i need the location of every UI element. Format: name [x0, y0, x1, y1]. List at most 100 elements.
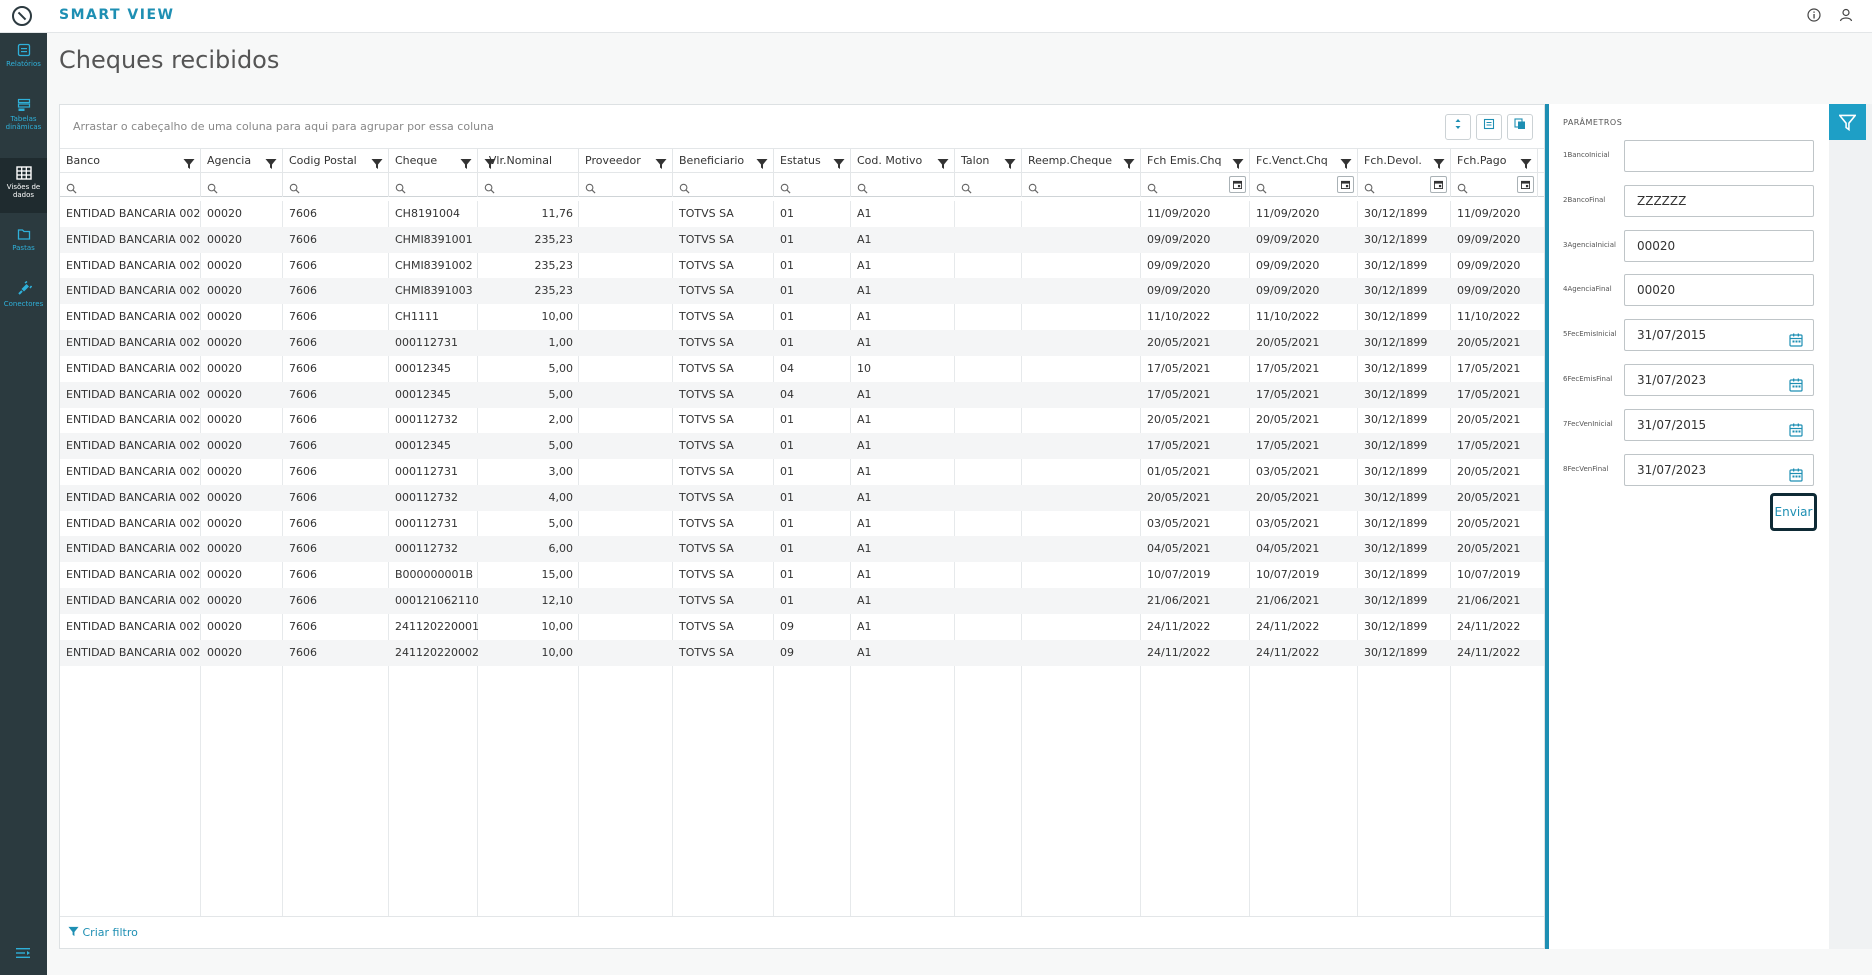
table-row[interactable]: ENTIDAD BANCARIA 002 00020 7606 CHMI8391003…	[60, 278, 1544, 305]
calendar-icon[interactable]	[1789, 373, 1803, 392]
table-row[interactable]: ENTIDAD BANCARIA 002 00020 7606 000112731 1,…	[60, 330, 1544, 356]
filter-input-fch-devol[interactable]	[1358, 173, 1451, 197]
column-header-reemp-cheque[interactable]: Reemp.Cheque	[1022, 149, 1141, 173]
column-filter-icon[interactable]	[756, 155, 768, 169]
filter-input-beneficiario[interactable]	[673, 173, 774, 197]
group-by-panel[interactable]: Arrastar o cabeçalho de uma coluna para …	[60, 105, 1544, 149]
column-filter-icon[interactable]	[265, 155, 277, 169]
table-row[interactable]: ENTIDAD BANCARIA 002 00020 7606 B000000001B…	[60, 562, 1544, 588]
table-row[interactable]: ENTIDAD BANCARIA 002 00020 7606 CH8191004 11…	[60, 201, 1544, 227]
table-row[interactable]: ENTIDAD BANCARIA 002 00020 7606 000112731 3,…	[60, 459, 1544, 485]
collapse-menu-icon[interactable]	[16, 947, 30, 963]
column-header-cod-motivo[interactable]: Cod. Motivo	[851, 149, 955, 173]
column-header-fch-emis-chq[interactable]: Fch Emis.Chq	[1141, 149, 1250, 173]
column-filter-icon[interactable]	[484, 155, 496, 169]
parameter-input-2[interactable]: ZZZZZZ	[1624, 184, 1814, 217]
table-row[interactable]: ENTIDAD BANCARIA 002 00020 7606 000112731 5,…	[60, 511, 1544, 537]
column-filter-icon[interactable]	[371, 155, 383, 169]
filter-input-cheque[interactable]	[389, 173, 478, 197]
column-filter-icon[interactable]	[1520, 155, 1532, 169]
column-filter-icon[interactable]	[1232, 155, 1244, 169]
column-filter-icon[interactable]	[833, 155, 845, 169]
app-logo[interactable]	[12, 6, 32, 26]
column-filter-icon[interactable]	[937, 155, 949, 169]
column-header-proveedor[interactable]: Proveedor	[579, 149, 673, 173]
cell-beneficiario: TOTVS SA	[679, 568, 734, 582]
column-filter-icon[interactable]	[1004, 155, 1016, 169]
parameter-input-6[interactable]: 31/07/2023	[1624, 364, 1814, 396]
sidebar-item-conectores[interactable]: Conectores	[0, 281, 47, 325]
calendar-icon[interactable]	[1337, 176, 1354, 193]
column-header-talon[interactable]: Talon	[955, 149, 1022, 173]
filter-input-talon[interactable]	[955, 173, 1022, 197]
calendar-icon[interactable]	[1789, 328, 1803, 347]
user-icon[interactable]	[1838, 8, 1854, 24]
column-chooser-button[interactable]	[1445, 114, 1471, 140]
table-row[interactable]: ENTIDAD BANCARIA 002 00020 7606 000112732 2,…	[60, 407, 1544, 433]
column-filter-icon[interactable]	[183, 155, 195, 169]
filter-input-fch-emis-chq[interactable]	[1141, 173, 1250, 197]
column-header-codig-postal[interactable]: Codig Postal	[283, 149, 389, 173]
table-row[interactable]: ENTIDAD BANCARIA 002 00020 7606 00012345 5,0…	[60, 356, 1544, 382]
column-header-estatus[interactable]: Estatus	[774, 149, 851, 173]
parameter-input-3[interactable]: 00020	[1624, 229, 1814, 262]
cell-talon	[955, 201, 1022, 227]
table-row[interactable]: ENTIDAD BANCARIA 002 00020 7606 00012106211…	[60, 588, 1544, 614]
table-row[interactable]: ENTIDAD BANCARIA 002 00020 7606 CH1111 10,00…	[60, 304, 1544, 330]
column-header-agencia[interactable]: Agencia	[201, 149, 283, 173]
table-row[interactable]: ENTIDAD BANCARIA 002 00020 7606 CHMI8391002…	[60, 253, 1544, 279]
filter-input-fc-venct-chq[interactable]	[1250, 173, 1358, 197]
sidebar-item-visoes-de-dados[interactable]: Visões de dados	[0, 158, 47, 213]
column-header-fc-venct-chq[interactable]: Fc.Venct.Chq	[1250, 149, 1358, 173]
calendar-icon[interactable]	[1430, 176, 1447, 193]
parameter-input-1[interactable]	[1624, 140, 1814, 172]
table-row[interactable]: ENTIDAD BANCARIA 002 00020 7606 24112022000…	[60, 614, 1544, 640]
sidebar-item-pastas[interactable]: Pastas	[0, 227, 47, 267]
column-header-vlr-nominal[interactable]: Vlr.Nominal	[478, 149, 579, 173]
column-header-fch-pago[interactable]: Fch.Pago	[1451, 149, 1538, 173]
cell-codig-postal: 7606	[289, 207, 317, 220]
filter-input-fch-pago[interactable]	[1451, 173, 1538, 197]
column-filter-icon[interactable]	[1123, 155, 1135, 169]
filter-input-reemp-cheque[interactable]	[1022, 173, 1141, 197]
filter-input-vlr-nominal[interactable]	[478, 173, 579, 197]
create-filter-link[interactable]: Criar filtro	[68, 926, 138, 939]
sidebar-item-relatorios[interactable]: Relatórios	[0, 43, 47, 87]
filter-input-estatus[interactable]	[774, 173, 851, 197]
cell-estatus: 04	[780, 387, 794, 401]
parameter-input-8[interactable]: 31/07/2023	[1624, 453, 1814, 486]
column-filter-icon[interactable]	[1433, 155, 1445, 169]
filter-input-banco[interactable]	[60, 173, 201, 197]
column-filter-icon[interactable]	[655, 155, 667, 169]
column-filter-icon[interactable]	[460, 155, 472, 169]
export-pdf-button[interactable]	[1507, 114, 1533, 140]
table-row[interactable]: ENTIDAD BANCARIA 002 00020 7606 24112022000…	[60, 639, 1544, 666]
submit-button[interactable]: Enviar	[1770, 493, 1817, 531]
column-header-banco[interactable]: Banco	[60, 149, 201, 173]
filter-input-proveedor[interactable]	[579, 173, 673, 197]
filter-input-agencia[interactable]	[201, 173, 283, 197]
column-header-fch-devol[interactable]: Fch.Devol.	[1358, 149, 1451, 173]
calendar-icon[interactable]	[1789, 418, 1803, 437]
parameter-input-5[interactable]: 31/07/2015	[1624, 319, 1814, 352]
table-row[interactable]: ENTIDAD BANCARIA 002 00020 7606 CHMI8391001…	[60, 226, 1544, 253]
table-row[interactable]: ENTIDAD BANCARIA 002 00020 7606 00012345 5,0…	[60, 381, 1544, 408]
filter-input-codig-postal[interactable]	[283, 173, 389, 197]
table-row[interactable]: ENTIDAD BANCARIA 002 00020 7606 000112732 4,…	[60, 484, 1544, 511]
column-header-cheque[interactable]: Cheque	[389, 149, 478, 173]
calendar-icon[interactable]	[1229, 176, 1246, 193]
export-excel-button[interactable]	[1476, 114, 1502, 140]
calendar-icon[interactable]	[1789, 463, 1803, 482]
parameter-input-7[interactable]: 31/07/2015	[1624, 408, 1814, 441]
toggle-filter-panel-button[interactable]	[1829, 104, 1866, 140]
parameter-input-4[interactable]: 00020	[1624, 274, 1814, 307]
table-row[interactable]: ENTIDAD BANCARIA 002 00020 7606 00012345 5,0…	[60, 433, 1544, 460]
info-icon[interactable]	[1806, 8, 1822, 24]
column-filter-icon[interactable]	[1340, 155, 1352, 169]
calendar-icon[interactable]	[1517, 176, 1534, 193]
cell-codig-postal: 7606	[289, 568, 317, 582]
filter-input-cod-motivo[interactable]	[851, 173, 955, 197]
sidebar-item-tabelas-dinamicas[interactable]: Tabelas dinâmicas	[0, 98, 47, 148]
table-row[interactable]: ENTIDAD BANCARIA 002 00020 7606 000112732 6,…	[60, 536, 1544, 563]
column-header-beneficiario[interactable]: Beneficiario	[673, 149, 774, 173]
